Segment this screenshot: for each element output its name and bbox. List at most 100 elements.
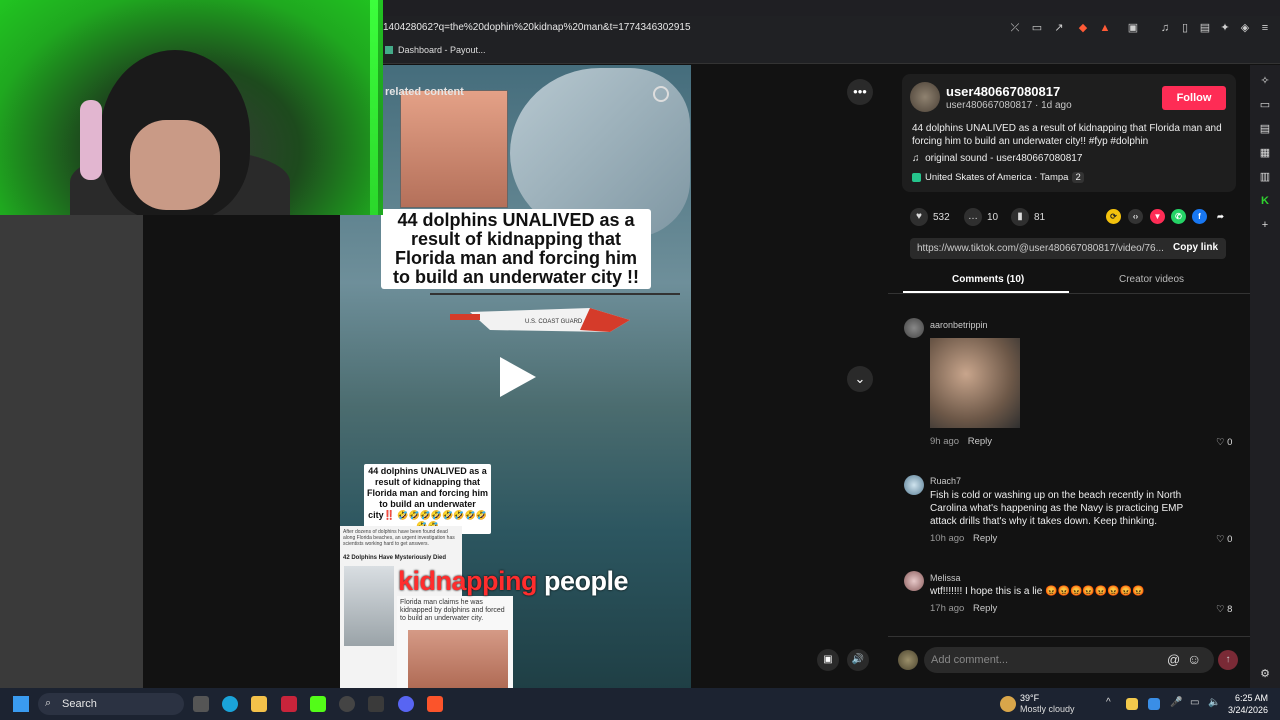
mute-tab-icon[interactable]: ⤫	[1008, 21, 1022, 35]
save-stat[interactable]: ▮ 81	[1011, 208, 1045, 226]
bookmarks-sidebar-icon[interactable]: ▦	[1258, 146, 1272, 160]
microphone-icon[interactable]: 🎤	[1170, 697, 1182, 708]
cast-icon[interactable]: ▭	[1030, 21, 1044, 35]
comment-stat[interactable]: … 10	[964, 208, 998, 226]
whatsapp-icon[interactable]: ✆	[1171, 209, 1186, 224]
weather-temp[interactable]: 39°F	[1020, 693, 1039, 703]
taskbar	[0, 688, 1280, 720]
sidebar-settings-icon[interactable]: ⚙	[1258, 667, 1272, 681]
heli-text: U.S. COAST GUARD	[525, 319, 583, 325]
bookmark-dashboard[interactable]: Dashboard - Payout...	[385, 45, 486, 55]
leo-icon[interactable]: ✦	[1218, 21, 1232, 35]
copy-link-button[interactable]: Copy link	[1173, 242, 1218, 253]
related-content-label[interactable]: related content	[385, 86, 464, 98]
comment-like[interactable]: ♡ 0	[1216, 437, 1232, 448]
affinity-icon[interactable]	[281, 696, 297, 712]
chevron-up-icon[interactable]: ^	[1106, 697, 1111, 708]
taskbar-search[interactable]	[38, 693, 184, 715]
kick-app-icon[interactable]	[310, 696, 326, 712]
post-sound[interactable]: ♫ original sound - user480667080817	[912, 153, 1082, 164]
author-username[interactable]: user480667080817	[946, 84, 1060, 99]
heart-outline-icon: ♡	[1216, 437, 1225, 448]
media-icon[interactable]: ♫	[1158, 21, 1172, 35]
embed-icon[interactable]: ‹›	[1128, 209, 1143, 224]
comment-meta: 10h ago Reply	[930, 533, 997, 544]
share-arrow-icon[interactable]: ➦	[1213, 209, 1228, 224]
wallet-icon[interactable]: ▣	[1126, 21, 1140, 35]
like-stat[interactable]: ♥ 532	[910, 208, 950, 226]
comment-avatar[interactable]	[904, 318, 924, 338]
comment-like[interactable]: ♡ 0	[1216, 534, 1232, 545]
reply-button[interactable]: Reply	[973, 603, 997, 614]
sidebar-toggle-icon[interactable]: ▯	[1178, 21, 1192, 35]
comment-author[interactable]: Ruach7	[930, 476, 961, 486]
tab-creator-videos[interactable]: Creator videos	[1119, 274, 1184, 285]
comment-avatar[interactable]	[904, 571, 924, 591]
volume-icon[interactable]: 🔊	[847, 649, 869, 671]
location-count: 2	[1072, 172, 1084, 183]
brave-rewards-icon[interactable]: ▲	[1098, 21, 1112, 35]
heart-outline-icon: ♡	[1216, 534, 1225, 545]
comment-like[interactable]: ♡ 8	[1216, 604, 1232, 615]
like-count: 532	[933, 211, 950, 223]
emoji-icon[interactable]: ☺	[1187, 651, 1201, 667]
speaker-icon[interactable]: 🔈	[1208, 697, 1220, 708]
tab-comments[interactable]: Comments (10)	[952, 274, 1024, 285]
author-avatar[interactable]	[910, 82, 940, 112]
my-avatar	[898, 650, 918, 670]
extensions-icon[interactable]: ▤	[1198, 21, 1212, 35]
left-margin	[0, 215, 143, 688]
file-explorer-icon[interactable]	[251, 696, 267, 712]
repost-icon[interactable]: ⟳	[1106, 209, 1121, 224]
capcut-icon[interactable]	[368, 696, 384, 712]
wallet-sidebar-icon[interactable]: ▤	[1258, 122, 1272, 136]
comment-time: 9h ago	[930, 436, 960, 447]
discord-icon[interactable]	[398, 696, 414, 712]
follow-button[interactable]: Follow	[1162, 86, 1226, 110]
obs-icon[interactable]	[339, 696, 355, 712]
video-icon[interactable]: ▭	[1258, 98, 1272, 112]
mention-icon[interactable]: @	[1167, 652, 1180, 667]
reading-list-icon[interactable]: ▥	[1258, 170, 1272, 184]
webcam-person-face	[130, 120, 220, 210]
reply-button[interactable]: Reply	[973, 533, 997, 544]
facebook-icon[interactable]: f	[1192, 209, 1207, 224]
comment-placeholder[interactable]: Add comment...	[931, 654, 1008, 666]
post-location[interactable]: United Skates of America · Tampa 2	[912, 172, 1084, 183]
menu-icon[interactable]: ≡	[1258, 21, 1272, 35]
task-view-icon[interactable]	[193, 696, 209, 712]
brave-icon[interactable]	[427, 696, 443, 712]
kick-icon[interactable]: K	[1258, 194, 1272, 208]
taskbar-search-label[interactable]: Search	[62, 698, 97, 710]
vpn-icon[interactable]: ◈	[1238, 21, 1252, 35]
reply-button[interactable]: Reply	[968, 436, 992, 447]
search-icon[interactable]	[653, 86, 669, 102]
url-text[interactable]: 140428062?q=the%20dophin%20kidnap%20man&…	[383, 22, 691, 33]
more-options-icon[interactable]: •••	[847, 79, 873, 105]
post-comment-button[interactable]: ↑	[1218, 650, 1238, 670]
tray-app-icon[interactable]	[1148, 698, 1160, 710]
display-icon[interactable]: ▭	[1190, 697, 1199, 708]
comment-author[interactable]: Melissa	[930, 573, 961, 583]
weather-desc[interactable]: Mostly cloudy	[1020, 704, 1075, 714]
clock-date[interactable]: 3/24/2026	[1224, 705, 1268, 715]
leo-ai-icon[interactable]: ✧	[1258, 74, 1272, 88]
play-button[interactable]	[500, 357, 536, 397]
comment-author[interactable]: aaronbetrippin	[930, 320, 988, 330]
windows-start-icon[interactable]	[13, 696, 29, 712]
chevron-down-icon[interactable]: ⌄	[847, 366, 873, 392]
brave-shield-icon[interactable]: ◆	[1076, 21, 1090, 35]
comment-avatar[interactable]	[904, 475, 924, 495]
clock-time[interactable]: 6:25 AM	[1224, 693, 1268, 703]
post-description: 44 dolphins UNALIVED as a result of kidn…	[912, 123, 1222, 147]
mugshot-image	[400, 90, 508, 208]
add-panel-icon[interactable]: +	[1258, 218, 1272, 232]
share-icon[interactable]: ↗	[1052, 21, 1066, 35]
weather-icon[interactable]	[1000, 696, 1016, 712]
send-icon[interactable]: ▼	[1150, 209, 1165, 224]
tray-app-icon[interactable]	[1126, 698, 1138, 710]
edge-icon[interactable]	[222, 696, 238, 712]
subtitle-rest: people	[544, 566, 629, 596]
small-caption: 44 dolphins UNALIVED as a result of kidn…	[364, 464, 491, 534]
pip-icon[interactable]: ▣	[817, 649, 839, 671]
